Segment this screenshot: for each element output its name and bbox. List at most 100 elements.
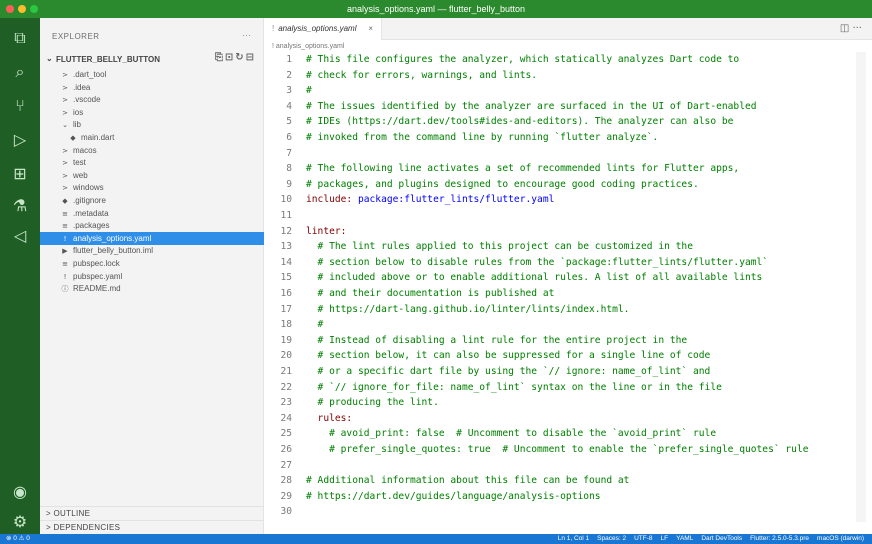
tree-item-label: test xyxy=(73,158,86,168)
tree-item[interactable]: > .idea xyxy=(40,81,264,94)
dependencies-section[interactable]: > DEPENDENCIES xyxy=(40,520,264,534)
new-folder-icon[interactable]: ⊡ xyxy=(225,52,235,63)
tree-item[interactable]: ⓘ README.md xyxy=(40,282,264,295)
line-code: # IDEs (https://dart.dev/tools#ides-and-… xyxy=(306,116,734,128)
status-item[interactable]: YAML xyxy=(676,535,693,542)
line-code: # https://dart-lang.github.io/linter/lin… xyxy=(306,303,630,315)
line-number: 9 xyxy=(286,178,292,190)
tree-item[interactable]: ≡ pubspec.lock xyxy=(40,257,264,270)
tree-item[interactable]: > ios xyxy=(40,106,264,119)
line-number: 27 xyxy=(280,459,292,471)
line-number: 1 xyxy=(286,54,292,65)
flask-icon[interactable]: ⚗ xyxy=(8,194,32,218)
tree-item[interactable]: ▶ flutter_belly_button.iml xyxy=(40,244,264,257)
line-number: 16 xyxy=(280,288,292,299)
tab-analysis-options[interactable]: ! analysis_options.yaml × xyxy=(264,18,382,40)
tree-item[interactable]: > windows xyxy=(40,181,264,194)
tree-item-label: .idea xyxy=(73,82,91,92)
tree-item-label: README.md xyxy=(73,284,121,294)
more-actions-icon[interactable]: ··· xyxy=(242,30,251,40)
more-actions-icon[interactable]: ··· xyxy=(852,23,862,34)
files-icon[interactable]: ⧉ xyxy=(8,26,32,50)
status-item[interactable]: UTF-8 xyxy=(634,535,652,542)
line-number: 19 xyxy=(280,334,292,346)
status-item[interactable]: Ln 1, Col 1 xyxy=(558,535,589,542)
code-line: 19 # Instead of disabling a lint rule fo… xyxy=(264,333,872,348)
code-line: 2 # check for errors, warnings, and lints… xyxy=(264,68,872,83)
tree-item[interactable]: > test xyxy=(40,156,264,169)
code-line: 15 # included above or to enable additio… xyxy=(264,270,872,285)
code-line: 9 # packages, and plugins designed to enc… xyxy=(264,177,872,192)
project-name: FLUTTER_BELLY_BUTTON xyxy=(56,55,161,64)
status-item[interactable]: Spaces: 2 xyxy=(597,535,626,542)
line-code: # or a specific dart file by using the `… xyxy=(306,366,711,377)
tree-item-label: main.dart xyxy=(81,133,115,142)
tree-item[interactable]: ◆ main.dart xyxy=(40,131,264,144)
status-item[interactable]: Flutter: 2.5.0-5.3.pre xyxy=(750,535,809,542)
close-icon[interactable]: × xyxy=(368,18,373,40)
line-number: 8 xyxy=(286,163,292,175)
tree-item[interactable]: ≡ .packages xyxy=(40,219,264,232)
tree-item-label: .vscode xyxy=(73,95,101,105)
tree-item[interactable]: > .dart_tool xyxy=(40,68,264,81)
line-number: 6 xyxy=(286,132,292,143)
line-number: 22 xyxy=(280,381,292,393)
tree-item-label: macos xyxy=(73,145,97,155)
search-icon[interactable]: ⌕ xyxy=(8,60,32,84)
tree-item-label: web xyxy=(73,170,88,180)
line-text: # section below to disable rules from th… xyxy=(306,255,769,270)
tree-item[interactable]: > .vscode xyxy=(40,93,264,106)
tab-bar: ! analysis_options.yaml × ◫ ··· xyxy=(264,18,872,40)
line-code: # Instead of disabling a lint rule for t… xyxy=(306,334,688,346)
extensions-icon[interactable]: ⊞ xyxy=(8,162,32,186)
split-editor-icon[interactable]: ◫ xyxy=(840,23,849,34)
refresh-icon[interactable]: ↻ xyxy=(235,52,245,63)
tree-item[interactable]: ! pubspec.yaml xyxy=(40,270,264,283)
run-debug-icon[interactable]: ▷ xyxy=(8,128,32,152)
line-number: 28 xyxy=(280,475,292,487)
status-item[interactable]: LF xyxy=(661,535,669,542)
collapse-all-icon[interactable]: ⊟ xyxy=(246,52,256,63)
outline-section[interactable]: > OUTLINE xyxy=(40,506,264,520)
line-code: # The issues identified by the analyzer … xyxy=(306,100,757,112)
line-text: # xyxy=(306,317,324,332)
status-item[interactable]: Dart DevTools xyxy=(701,535,742,542)
line-text: # check for errors, warnings, and lints. xyxy=(306,68,537,83)
account-icon[interactable]: ◉ xyxy=(8,480,32,504)
file-type-icon: ⓘ xyxy=(61,285,69,294)
line-text: # Instead of disabling a lint rule for t… xyxy=(306,333,688,348)
tree-item[interactable]: > web xyxy=(40,169,264,182)
code-line: 16 # and their documentation is publishe… xyxy=(264,286,872,301)
line-code: # The lint rules applied to this project… xyxy=(306,241,693,253)
tree-item-label: analysis_options.yaml xyxy=(73,233,152,243)
tree-item[interactable]: ⌄ lib xyxy=(40,118,264,131)
line-number: 13 xyxy=(280,241,292,253)
code-line: 28 # Additional information about this fi… xyxy=(264,473,872,488)
tree-item[interactable]: ◆ .gitignore xyxy=(40,194,264,207)
tree-item-label: pubspec.lock xyxy=(73,259,120,268)
source-control-icon[interactable]: ⑂ xyxy=(8,94,32,118)
line-text: # The following line activates a set of … xyxy=(306,161,739,176)
editor-area: ! analysis_options.yaml × ◫ ··· ! analysi… xyxy=(264,18,872,534)
project-header[interactable]: ⌄ FLUTTER_BELLY_BUTTON ⎘⊡↻⊟ xyxy=(40,52,264,66)
line-code: # section below, it can also be suppress… xyxy=(306,350,711,362)
line-value: package:flutter_lints/flutter.yaml xyxy=(357,194,555,206)
status-item[interactable]: macOS (darwin) xyxy=(817,535,864,542)
line-number: 18 xyxy=(280,319,292,331)
tree-item[interactable]: ! analysis_options.yaml xyxy=(40,231,264,245)
new-file-icon[interactable]: ⎘ xyxy=(215,52,225,63)
title-bar: analysis_options.yaml — flutter_belly_bu… xyxy=(0,0,872,18)
settings-icon[interactable]: ⚙ xyxy=(8,510,32,534)
code-line: 22 # `// ignore_for_file: name_of_lint` … xyxy=(264,380,872,395)
tree-item[interactable]: > macos xyxy=(40,144,264,157)
line-code: # included above or to enable additional… xyxy=(306,272,763,284)
breadcrumb[interactable]: ! analysis_options.yaml xyxy=(272,43,344,50)
minimap[interactable] xyxy=(830,52,866,522)
code-line: 23 # producing the lint. xyxy=(264,395,872,410)
line-number: 29 xyxy=(280,490,292,502)
problems-indicator[interactable]: ⊗ 0 ⚠ 0 xyxy=(6,534,30,544)
line-code: # This file configures the analyzer, whi… xyxy=(306,54,740,65)
line-text: # xyxy=(306,83,312,98)
flutter-icon[interactable]: ◁ xyxy=(8,224,32,248)
tree-item[interactable]: ≡ .metadata xyxy=(40,207,264,220)
